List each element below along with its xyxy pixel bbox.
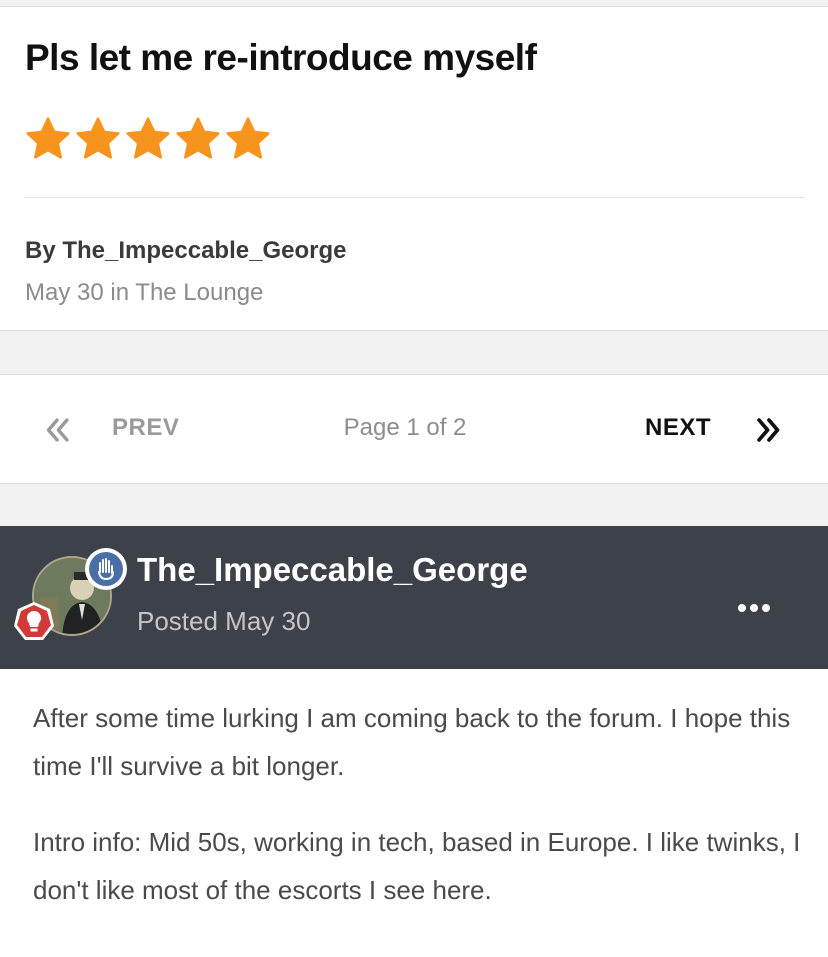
topic-title: Pls let me re-introduce myself — [25, 37, 537, 78]
star-icon[interactable] — [224, 115, 272, 163]
post-paragraph: After some time lurking I am coming back… — [33, 703, 791, 781]
star-icon[interactable] — [24, 115, 72, 163]
post-header: The_Impeccable_George Posted May 30 — [0, 526, 828, 669]
double-chevron-right-icon[interactable] — [752, 413, 786, 447]
pagination: PREV Page 1 of 2 NEXT — [0, 374, 828, 484]
more-horizontal-icon[interactable] — [734, 600, 774, 616]
topic-author[interactable]: By The_Impeccable_George — [25, 237, 346, 265]
hand-badge-icon — [85, 548, 127, 590]
star-icon[interactable] — [124, 115, 172, 163]
post-paragraph: Intro info: Mid 50s, working in tech, ba… — [33, 827, 801, 905]
divider — [24, 197, 804, 198]
star-icon[interactable] — [74, 115, 122, 163]
post-author-name[interactable]: The_Impeccable_George — [137, 551, 528, 589]
next-button[interactable]: NEXT — [645, 414, 711, 442]
post-date[interactable]: Posted May 30 — [137, 606, 310, 637]
topic-header: Pls let me re-introduce myself By The_Im… — [0, 6, 828, 331]
topic-meta: May 30 in The Lounge — [25, 279, 264, 306]
post-body: After some time lurking I am coming back… — [0, 669, 828, 957]
lightbulb-rank-icon — [14, 602, 54, 640]
star-icon[interactable] — [174, 115, 222, 163]
